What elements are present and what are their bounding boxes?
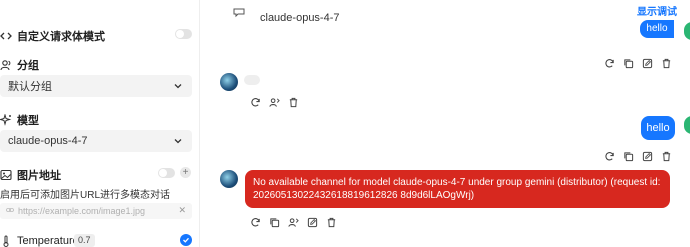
assistant-empty-message — [244, 75, 260, 85]
edit-icon[interactable] — [306, 216, 318, 228]
sparkle-icon — [0, 114, 12, 126]
debug-toggle-label: 显示调试 — [637, 7, 677, 18]
assistant-avatar — [220, 170, 238, 188]
temperature-value-badge: 0.7 — [74, 234, 95, 247]
model-label: 模型 — [17, 115, 39, 127]
custom-body-mode-row: 自定义请求体模式 — [0, 28, 105, 44]
custom-body-mode-label: 自定义请求体模式 — [17, 31, 105, 43]
edit-icon[interactable] — [641, 150, 653, 162]
model-row: 模型 — [0, 112, 39, 128]
group-select-value: 默认分组 — [8, 81, 52, 93]
group-select[interactable]: 默认分组 — [0, 75, 192, 97]
delete-icon[interactable] — [660, 150, 672, 162]
clear-icon[interactable]: ✕ — [178, 205, 186, 216]
chat-area: claude-opus-4-7 显示调试 hello hello No avai… — [200, 0, 690, 247]
chevron-down-icon — [172, 135, 184, 147]
retry-icon[interactable] — [603, 150, 615, 162]
model-select[interactable]: claude-opus-4-7 — [0, 130, 192, 152]
copy-icon[interactable] — [268, 216, 280, 228]
user-message-bubble: hello — [641, 116, 675, 140]
status-indicator — [684, 116, 690, 134]
delete-icon[interactable] — [660, 57, 672, 69]
image-url-toggle[interactable] — [158, 168, 175, 178]
add-image-button[interactable]: + — [180, 167, 191, 178]
status-indicator — [684, 22, 690, 40]
custom-body-mode-toggle[interactable] — [175, 29, 192, 39]
user-message-bubble: hello — [640, 20, 674, 38]
temperature-row: Temperature — [0, 235, 79, 247]
temperature-label: Temperature — [17, 235, 79, 247]
retry-icon[interactable] — [249, 216, 261, 228]
code-icon — [0, 30, 12, 42]
assistant-message-actions — [249, 216, 337, 228]
image-icon — [0, 169, 12, 181]
assistant-message-actions — [249, 96, 299, 108]
user-message-actions — [603, 57, 672, 69]
conversation-model-label: claude-opus-4-7 — [260, 12, 340, 24]
image-url-placeholder: https://example.com/image1.jpg — [18, 206, 146, 216]
debug-toggle-link[interactable]: 显示调试 — [637, 3, 677, 18]
switch-role-icon[interactable] — [287, 216, 299, 228]
edit-icon[interactable] — [641, 57, 653, 69]
image-url-row: 图片地址 — [0, 167, 61, 183]
chevron-down-icon — [172, 80, 184, 92]
copy-icon[interactable] — [622, 150, 634, 162]
image-url-hint: 启用后可添加图片URL进行多模态对话 — [0, 190, 171, 201]
retry-icon[interactable] — [249, 96, 261, 108]
link-icon — [6, 206, 14, 214]
user-message-actions — [603, 150, 672, 162]
switch-role-icon[interactable] — [268, 96, 280, 108]
image-url-label: 图片地址 — [17, 170, 61, 182]
copy-icon[interactable] — [622, 57, 634, 69]
temperature-enabled-checkbox[interactable] — [180, 234, 192, 246]
error-message-bubble: No available channel for model claude-op… — [245, 170, 670, 208]
group-row: 分组 — [0, 57, 39, 73]
image-url-input[interactable]: https://example.com/image1.jpg ✕ — [0, 203, 192, 219]
message-icon — [233, 6, 245, 18]
delete-icon[interactable] — [325, 216, 337, 228]
group-label: 分组 — [17, 60, 39, 72]
delete-icon[interactable] — [287, 96, 299, 108]
settings-sidebar: 自定义请求体模式 分组 默认分组 模型 claude-opus-4-7 图片地址… — [0, 0, 200, 247]
assistant-avatar — [220, 73, 238, 91]
thermometer-icon — [0, 235, 12, 247]
model-select-value: claude-opus-4-7 — [8, 135, 88, 147]
users-icon — [0, 59, 12, 71]
retry-icon[interactable] — [603, 57, 615, 69]
